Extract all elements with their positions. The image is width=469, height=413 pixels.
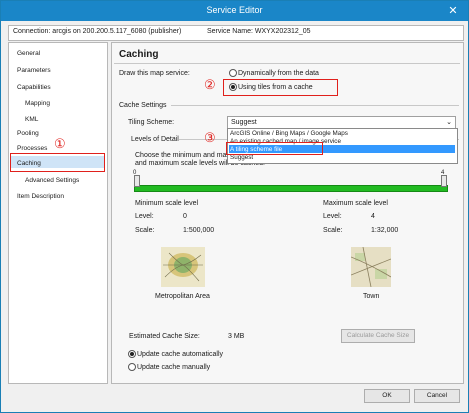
cache-settings-label: Cache Settings: [119, 102, 167, 109]
sidebar-item-general[interactable]: General: [17, 50, 40, 57]
tiling-scheme-value: Suggest: [231, 119, 257, 126]
max-scale-value: 1:32,000: [371, 227, 399, 234]
cancel-button[interactable]: Cancel: [414, 389, 460, 403]
estimated-size-label: Estimated Cache Size:: [129, 333, 200, 340]
chevron-down-icon[interactable]: ⌄: [446, 118, 452, 126]
max-scale-label: Scale:: [323, 227, 343, 234]
annotation-label-one: ①: [54, 136, 66, 151]
annotation-box-tiling-file: [226, 142, 323, 155]
sidebar-item-item-description[interactable]: Item Description: [17, 193, 64, 200]
radio-update-auto[interactable]: [128, 350, 136, 358]
min-scale-title: Minimum scale level: [135, 200, 199, 207]
max-level-value: 4: [371, 213, 375, 220]
dropdown-option-arcgis-online[interactable]: ArcGIS Online / Bing Maps / Google Maps: [230, 130, 348, 137]
sidebar-item-advanced-settings[interactable]: Advanced Settings: [25, 177, 79, 184]
slider-min-thumb[interactable]: [134, 175, 140, 187]
service-editor-window: Service Editor ✕ Connection: arcgis on 2…: [0, 0, 469, 413]
sidebar-item-pooling[interactable]: Pooling: [17, 130, 39, 137]
min-scale-label: Scale:: [135, 227, 155, 234]
heading-divider: [114, 63, 460, 64]
close-icon[interactable]: ✕: [446, 4, 460, 18]
connection-text: Connection: arcgis on 200.200.5.117_6080…: [13, 28, 182, 35]
radio-dynamic-label[interactable]: Dynamically from the data: [238, 70, 319, 77]
draw-service-label: Draw this map service:: [119, 70, 190, 77]
radio-update-auto-label[interactable]: Update cache automatically: [137, 351, 223, 358]
sidebar-item-capabilities[interactable]: Capabilities: [17, 84, 51, 91]
radio-update-manual[interactable]: [128, 363, 136, 371]
lod-description-line1: Choose the minimum and maxim: [135, 152, 238, 159]
lod-slider-track[interactable]: [134, 185, 448, 192]
annotation-label-two: ②: [204, 77, 216, 92]
sidebar-item-parameters[interactable]: Parameters: [17, 67, 51, 74]
sidebar-item-mapping[interactable]: Mapping: [25, 100, 50, 107]
title-bar: Service Editor ✕: [1, 1, 468, 21]
sidebar: General Parameters Capabilities Mapping …: [8, 42, 108, 384]
dropdown-option-suggest[interactable]: Suggest: [230, 154, 253, 161]
town-preview: [351, 247, 391, 287]
page-title: Caching: [119, 49, 159, 60]
cache-settings-divider: [171, 105, 459, 106]
annotation-box-tiles: [223, 79, 338, 96]
ok-button[interactable]: OK: [364, 389, 410, 403]
max-scale-title: Maximum scale level: [323, 200, 388, 207]
max-level-label: Level:: [323, 213, 342, 220]
min-level-label: Level:: [135, 213, 154, 220]
estimated-size-value: 3 MB: [228, 333, 245, 340]
calculate-cache-size-button[interactable]: Calculate Cache Size: [341, 329, 415, 343]
slider-ticks: [135, 177, 445, 183]
min-scale-value: 1:500,000: [183, 227, 215, 234]
service-name-text: Service Name: WXYX202312_05: [207, 28, 311, 35]
levels-of-detail-label: Levels of Detail: [131, 136, 179, 143]
sidebar-item-processes[interactable]: Processes: [17, 145, 47, 152]
radio-update-manual-label[interactable]: Update cache manually: [137, 364, 210, 371]
sidebar-item-kml[interactable]: KML: [25, 116, 38, 123]
radio-dynamic[interactable]: [229, 69, 237, 77]
metropolitan-area-caption: Metropolitan Area: [155, 293, 210, 300]
window-title: Service Editor: [206, 5, 263, 15]
metropolitan-area-preview: [161, 247, 205, 287]
town-caption: Town: [363, 293, 380, 300]
annotation-box-caching: [10, 153, 105, 172]
min-level-value: 0: [183, 213, 187, 220]
slider-max-thumb[interactable]: [441, 175, 447, 187]
tiling-scheme-label: Tiling Scheme:: [128, 119, 175, 126]
connection-bar: Connection: arcgis on 200.200.5.117_6080…: [8, 25, 464, 41]
annotation-label-three: ③: [204, 130, 216, 145]
